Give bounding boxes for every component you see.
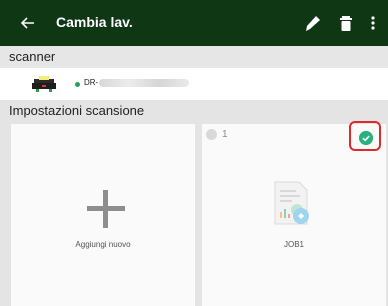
job-card[interactable]: 1 JOB1 xyxy=(202,121,386,306)
scanner-device-icon xyxy=(32,76,56,92)
add-new-label: Aggiungi nuovo xyxy=(75,240,131,249)
scanner-section-header: scanner xyxy=(0,46,388,68)
settings-section-header: Impostazioni scansione xyxy=(0,102,388,120)
pencil-icon[interactable] xyxy=(301,12,323,34)
check-icon[interactable] xyxy=(359,131,373,145)
redacted-serial xyxy=(99,79,189,87)
job-index-icon xyxy=(206,129,217,140)
document-chart-icon xyxy=(274,181,309,225)
job-number: 1 xyxy=(222,129,228,140)
scanner-name: DR- xyxy=(84,78,99,87)
more-vert-icon[interactable] xyxy=(362,12,384,34)
page-title: Cambia lav. xyxy=(56,14,133,30)
status-dot xyxy=(75,82,80,87)
arrow-left-icon[interactable] xyxy=(18,13,38,33)
add-new-card[interactable]: Aggiungi nuovo xyxy=(11,124,195,306)
app-bar: Cambia lav. xyxy=(0,0,388,46)
scan-settings-grid: Aggiungi nuovo 1 JOB1 xyxy=(0,120,388,306)
plus-icon-vertical xyxy=(103,190,108,228)
job-label: JOB1 xyxy=(283,240,304,249)
scanner-list-item[interactable]: DR- xyxy=(0,68,388,100)
trash-icon[interactable] xyxy=(335,12,357,34)
